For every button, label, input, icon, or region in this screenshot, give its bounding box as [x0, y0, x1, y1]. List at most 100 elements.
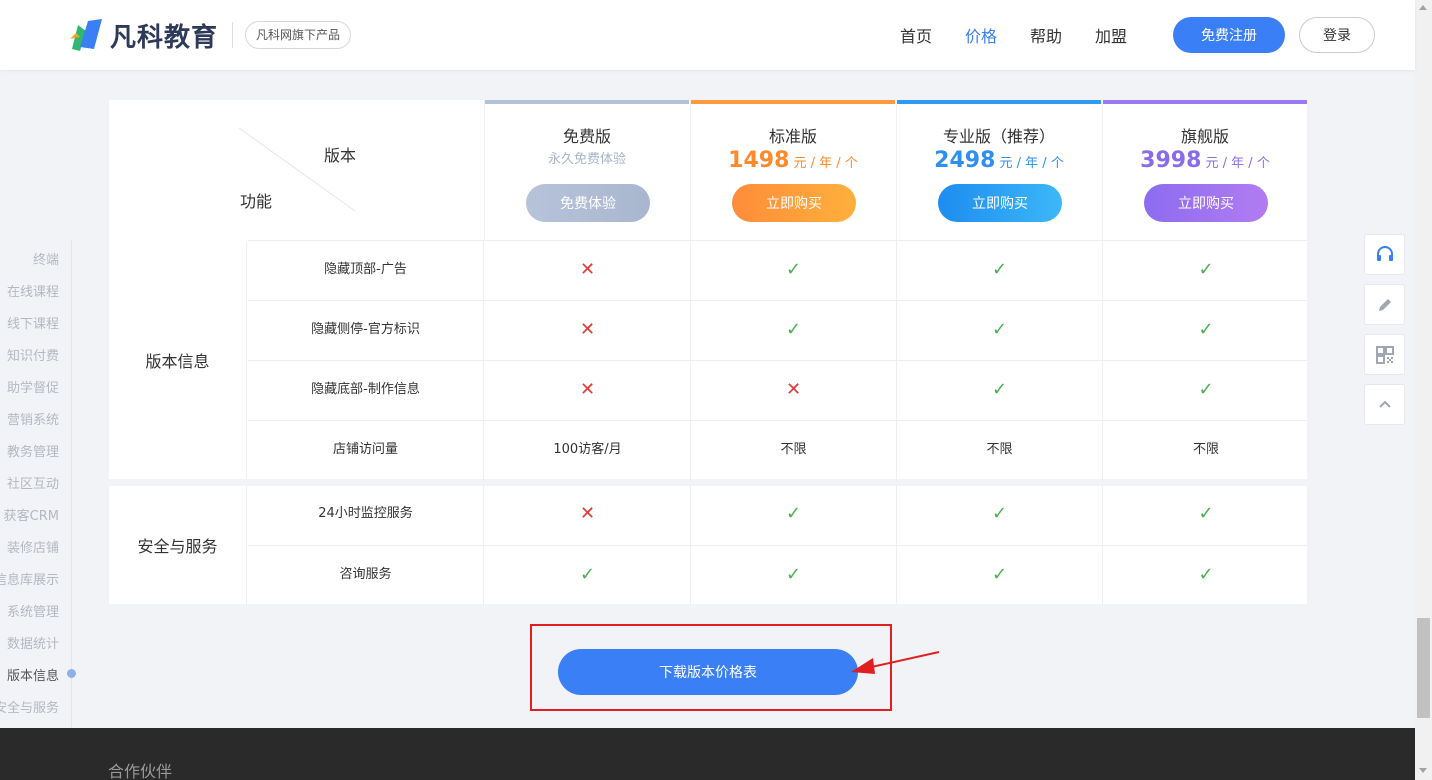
plan-color-bar [897, 100, 1101, 104]
cell-mark: ✓ [1103, 546, 1309, 606]
scroll-thumb[interactable] [1417, 618, 1430, 718]
sidenav-active-dot [67, 669, 76, 678]
plan-price: 1498 [728, 148, 790, 173]
plan-price-unit: 元 / 年 / 个 [999, 156, 1064, 171]
nav-pricing[interactable]: 价格 [965, 23, 997, 47]
cell-mark: ✓ [1103, 241, 1309, 301]
group-label: 安全与服务 [109, 486, 247, 604]
brand-logo[interactable]: 凡科教育 [68, 16, 218, 54]
plan-color-bar [485, 100, 689, 104]
scroll-up-arrow-icon[interactable] [1419, 5, 1427, 10]
feature-name: 隐藏底部-制作信息 [248, 361, 484, 421]
check-icon: ✓ [1198, 319, 1214, 340]
pricing-table: 版本 功能 免费版 永久免费体验 免费体验 标准版 1498 元 / 年 / 个… [109, 100, 1309, 606]
chevron-up-icon [1378, 400, 1391, 408]
plan-standard: 标准版 1498 元 / 年 / 个 立即购买 [690, 100, 895, 241]
plan-name: 旗舰版 [1180, 127, 1229, 146]
check-icon: ✓ [991, 379, 1008, 400]
sidenav-item[interactable]: 信息库展示 [0, 569, 59, 588]
plan-price-unit: 元 / 年 / 个 [793, 156, 858, 171]
check-icon: ✓ [785, 259, 802, 280]
table-row: 咨询服务 ✓ ✓ ✓ ✓ [248, 545, 1309, 606]
cell-text: 不限 [897, 421, 1103, 481]
plan-name: 免费版 [562, 127, 611, 146]
check-icon: ✓ [785, 503, 802, 524]
sidenav-item[interactable]: 社区互动 [7, 473, 59, 492]
feature-name: 隐藏侧停-官方标识 [248, 301, 484, 361]
login-button[interactable]: 登录 [1299, 17, 1375, 53]
sidenav-item[interactable]: 助学督促 [7, 377, 59, 396]
feature-name: 隐藏顶部-广告 [248, 241, 484, 301]
nav-help[interactable]: 帮助 [1030, 23, 1062, 47]
brand-badge: 凡科网旗下产品 [245, 21, 352, 49]
feature-name: 店铺访问量 [248, 421, 484, 481]
check-icon: ✓ [785, 564, 802, 585]
corner-version-label: 版本 [324, 146, 357, 165]
pricing-table-header: 版本 功能 免费版 永久免费体验 免费体验 标准版 1498 元 / 年 / 个… [109, 100, 1307, 241]
cross-icon: ✕ [785, 379, 802, 400]
check-icon: ✓ [991, 503, 1008, 524]
cell-text: 100访客/月 [485, 421, 691, 481]
footer-partners-title: 合作伙伴 [108, 762, 173, 780]
check-icon: ✓ [1198, 379, 1214, 400]
cell-mark: ✓ [897, 546, 1103, 606]
sidenav-item[interactable]: 安全与服务 [0, 697, 59, 716]
qrcode-icon [1375, 345, 1394, 364]
back-to-top-button[interactable] [1364, 384, 1405, 425]
qrcode-button[interactable] [1364, 334, 1405, 375]
plan-price-line: 1498 元 / 年 / 个 [691, 148, 895, 173]
plan-price-line: 2498 元 / 年 / 个 [897, 148, 1101, 173]
scroll-down-arrow-icon[interactable] [1419, 768, 1427, 773]
table-row: 隐藏顶部-广告 ✕ ✓ ✓ ✓ [248, 240, 1309, 301]
sidenav-item[interactable]: 在线课程 [7, 281, 59, 300]
corner-feature-label: 功能 [240, 192, 273, 211]
sidenav-item[interactable]: 营销系统 [7, 409, 59, 428]
logo-mark-icon [68, 17, 104, 53]
feature-group-security: 安全与服务 24小时监控服务 ✕ ✓ ✓ ✓ 咨询服务 ✓ ✓ ✓ ✓ [109, 485, 1309, 606]
sidenav-item[interactable]: 获客CRM [4, 505, 59, 524]
customer-service-button[interactable] [1364, 234, 1405, 275]
check-icon: ✓ [991, 564, 1008, 585]
free-trial-button[interactable]: 免费体验 [526, 184, 650, 222]
sidenav-item[interactable]: 教务管理 [7, 441, 59, 460]
register-button[interactable]: 免费注册 [1173, 17, 1285, 53]
nav-home[interactable]: 首页 [900, 23, 932, 47]
check-icon: ✓ [1198, 259, 1214, 280]
sidenav-item[interactable]: 线下课程 [7, 313, 59, 332]
plan-price: 2498 [934, 148, 996, 173]
scrollbar[interactable] [1415, 0, 1432, 780]
feedback-button[interactable] [1364, 284, 1405, 325]
buy-flagship-button[interactable]: 立即购买 [1144, 184, 1268, 222]
feature-name: 24小时监控服务 [248, 485, 484, 545]
cell-mark: ✓ [691, 241, 897, 301]
plan-price: 3998 [1140, 148, 1202, 173]
table-corner: 版本 功能 [109, 100, 484, 241]
table-row: 隐藏底部-制作信息 ✕ ✕ ✓ ✓ [248, 360, 1307, 421]
sidenav-item[interactable]: 装修店铺 [7, 537, 59, 556]
cell-mark: ✕ [485, 485, 691, 545]
check-icon: ✓ [785, 319, 802, 340]
check-icon: ✓ [1198, 503, 1214, 524]
buy-standard-button[interactable]: 立即购买 [732, 184, 856, 222]
headset-icon [1376, 245, 1393, 261]
cell-mark: ✕ [485, 361, 691, 421]
sidenav-item-active[interactable]: 版本信息 [7, 665, 59, 684]
table-row: 24小时监控服务 ✕ ✓ ✓ ✓ [248, 485, 1307, 545]
cell-mark: ✓ [691, 546, 897, 606]
plan-price-unit: 元 / 年 / 个 [1205, 156, 1270, 171]
sidenav-item[interactable]: 终端 [33, 249, 59, 268]
cross-icon: ✕ [579, 379, 596, 400]
sidenav-item[interactable]: 数据统计 [7, 633, 59, 652]
check-icon: ✓ [579, 564, 596, 585]
download-pricing-button[interactable]: 下载版本价格表 [558, 649, 858, 695]
check-icon: ✓ [991, 259, 1008, 280]
nav-franchise[interactable]: 加盟 [1095, 23, 1127, 47]
cell-mark: ✓ [897, 301, 1103, 361]
table-row: 店铺访问量 100访客/月 不限 不限 不限 [248, 420, 1307, 481]
sidenav-item[interactable]: 知识付费 [7, 345, 59, 364]
cell-mark: ✓ [897, 485, 1103, 545]
buy-pro-button[interactable]: 立即购买 [938, 184, 1062, 222]
sidenav-item[interactable]: 系统管理 [7, 601, 59, 620]
cell-text: 不限 [691, 421, 897, 481]
main-nav: 首页 价格 帮助 加盟 [900, 0, 1160, 70]
